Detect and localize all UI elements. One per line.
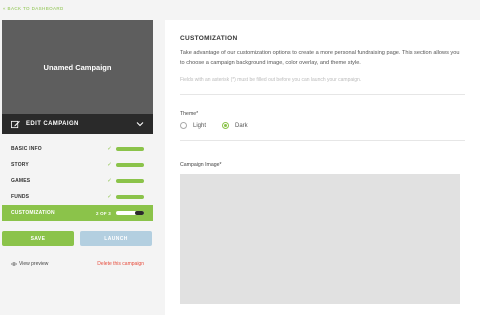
theme-option-label: Dark: [235, 122, 248, 129]
required-fields-note: Fields with an asterisk (*) must be fill…: [180, 77, 362, 84]
step-label: GAMES: [11, 178, 31, 184]
view-preview-label: View preview: [19, 261, 49, 267]
step-basic-info[interactable]: BASIC INFO ✓: [2, 141, 153, 157]
divider: [180, 94, 465, 96]
check-icon: ✓: [107, 146, 112, 152]
launch-button[interactable]: LAUNCH: [80, 231, 152, 246]
step-funds[interactable]: FUNDS ✓: [2, 189, 153, 205]
step-label: CUSTOMIZATION: [11, 210, 55, 216]
theme-option-light[interactable]: Light: [180, 122, 207, 130]
step-progress-bar: [116, 211, 144, 215]
step-label: STORY: [11, 162, 29, 168]
save-button[interactable]: SAVE: [2, 231, 74, 246]
theme-label: Theme*: [180, 111, 199, 118]
edit-campaign-toggle[interactable]: EDIT CAMPAIGN: [2, 114, 153, 134]
delete-campaign-link[interactable]: Delete this campaign: [97, 261, 144, 267]
step-games[interactable]: GAMES ✓: [2, 173, 153, 189]
eye-icon: [11, 262, 17, 266]
step-list: BASIC INFO ✓ STORY ✓ GAMES ✓ FUNDS ✓ CUS…: [2, 141, 153, 221]
step-label: FUNDS: [11, 194, 30, 200]
theme-option-label: Light: [193, 122, 207, 129]
step-label: BASIC INFO: [11, 146, 42, 152]
radio-circle-icon: [180, 122, 187, 130]
divider: [180, 140, 465, 142]
theme-radio-group: Light Dark: [180, 122, 465, 130]
edit-campaign-label: EDIT CAMPAIGN: [26, 121, 79, 127]
chevron-down-icon: [136, 122, 144, 127]
radio-circle-icon: [222, 122, 230, 130]
customization-panel: CUSTOMIZATION Take advantage of our cust…: [165, 20, 480, 315]
step-progress-bar: [116, 147, 144, 151]
step-progress-bar: [116, 179, 144, 183]
view-preview-link[interactable]: View preview: [11, 261, 48, 267]
step-progress-fill: [134, 211, 144, 215]
theme-option-dark[interactable]: Dark: [222, 122, 248, 130]
check-icon: ✓: [107, 178, 112, 184]
step-story[interactable]: STORY ✓: [2, 157, 153, 173]
back-to-dashboard-link[interactable]: « BACK TO DASHBOARD: [3, 6, 64, 11]
sidebar-links: View preview Delete this campaign: [2, 261, 153, 267]
sidebar: Unamed Campaign EDIT CAMPAIGN BASIC INFO…: [2, 20, 153, 267]
panel-description: Take advantage of our customization opti…: [180, 50, 460, 66]
check-icon: ✓: [107, 194, 112, 200]
step-progress-bar: [116, 195, 144, 199]
step-progress-bar: [116, 163, 144, 167]
campaign-image-label: Campaign Image*: [180, 162, 222, 169]
campaign-name: Unamed Campaign: [43, 62, 112, 72]
campaign-image-upload[interactable]: [180, 174, 460, 305]
step-count: 2 OF 3: [96, 210, 111, 216]
check-icon: ✓: [107, 162, 112, 168]
action-buttons: SAVE LAUNCH: [2, 231, 153, 246]
panel-title: CUSTOMIZATION: [180, 35, 238, 42]
campaign-hero: Unamed Campaign: [2, 20, 153, 114]
step-customization[interactable]: CUSTOMIZATION 2 OF 3: [2, 205, 153, 221]
pencil-icon: [11, 120, 20, 128]
